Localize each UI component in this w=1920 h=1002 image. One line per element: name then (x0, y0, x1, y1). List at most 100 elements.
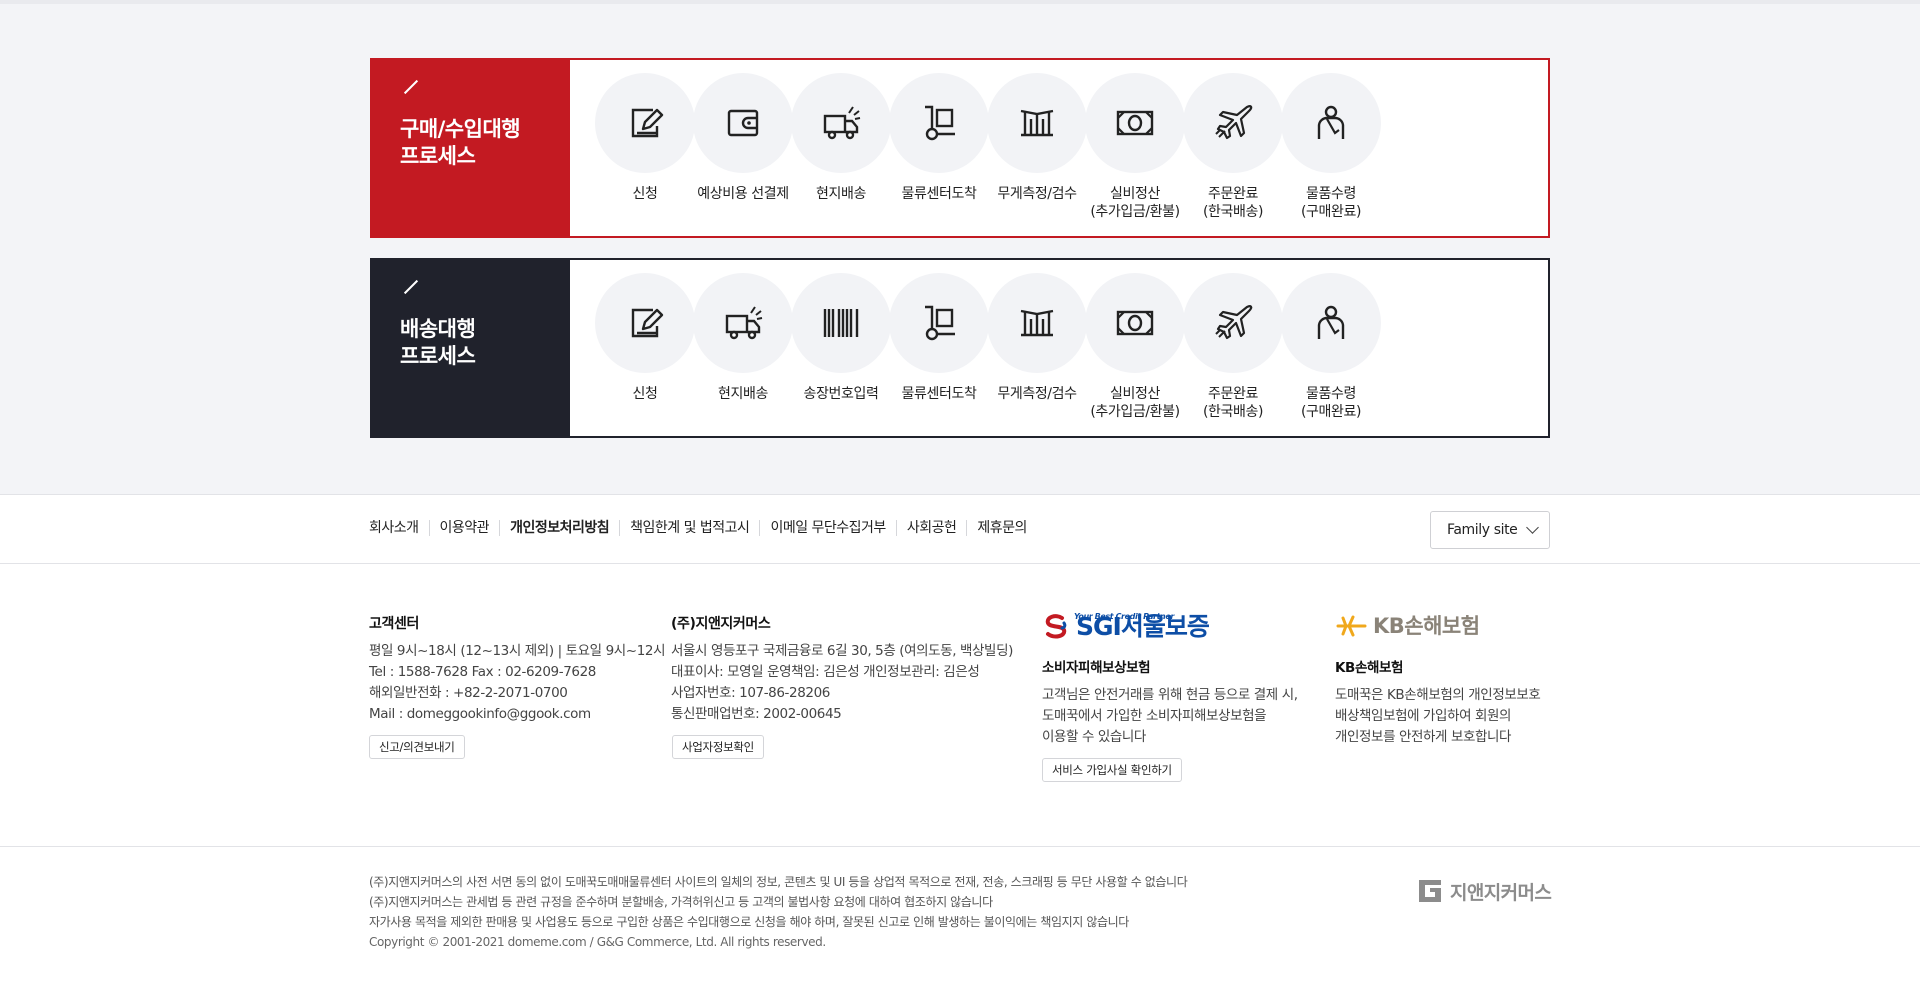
step-icon-circle (1281, 273, 1381, 373)
footer-nav: 회사소개 이용약관 개인정보처리방침 책임한계 및 법적고시 이메일 무단수집거… (0, 494, 1920, 564)
customer-center-mail: Mail : domeggookinfo@ggook.com (369, 706, 591, 722)
report-button[interactable]: 신고/의견보내기 (369, 735, 465, 759)
edit-icon (631, 108, 664, 138)
customer-center-hours: 평일 9시~18시 (12~13시 제외) | 토요일 9시~12시 (369, 643, 666, 659)
step-label: 물류센터도착 (901, 186, 977, 202)
company-title: (주)지앤지커머스 (671, 616, 771, 632)
kb-logo: KB손해보험 (1335, 608, 1540, 644)
kb-desc-3: 개인정보를 안전하게 보호합니다 (1335, 729, 1512, 745)
step-label: 신청 (632, 186, 658, 202)
bottom-divider (0, 846, 1920, 847)
business-info-button[interactable]: 사업자정보확인 (672, 735, 764, 759)
barcode-icon (823, 309, 859, 337)
step-label: 실비정산 (추가입금/환불) (1090, 386, 1180, 420)
footer-link-email-refusal[interactable]: 이메일 무단수집거부 (759, 520, 895, 536)
step-label: 신청 (632, 386, 658, 402)
process-step: 무게측정/검수 (982, 73, 1092, 203)
step-icon-circle (1281, 73, 1381, 173)
step-icon-circle (1085, 73, 1185, 173)
company-ecommerce-no: 통신판매업번호: 2002-00645 (671, 706, 842, 722)
sgi-logo: Your Best Credit Partner SGI서울보증 (1042, 608, 1298, 644)
shipping-process-label: 배송대행 프로세스 (372, 260, 570, 436)
sgi-desc-1: 고객님은 안전거래를 위해 현금 등으로 결제 시, (1042, 687, 1298, 703)
person-icon (1317, 105, 1345, 139)
company-info: (주)지앤지커머스 서울시 영등포구 국제금융로 6길 30, 5층 (여의도동… (671, 614, 1013, 759)
process-section: 구매/수입대행 프로세스 신청 예상비용 선결제 현지배송 물류센터도착 무게측정/검수… (0, 4, 1920, 494)
money-icon (1116, 310, 1154, 336)
step-label: 현지배송 (718, 386, 768, 402)
scale-icon (1020, 109, 1054, 137)
purchase-process-steps: 신청 예상비용 선결제 현지배송 물류센터도착 무게측정/검수 실비정산 (추가입금/환불… (590, 73, 1548, 233)
footer-link-privacy[interactable]: 개인정보처리방침 (499, 520, 619, 536)
purchase-process-label: 구매/수입대행 프로세스 (372, 60, 570, 236)
process-step: 실비정산 (추가입금/환불) (1080, 73, 1190, 221)
customer-center: 고객센터 평일 9시~18시 (12~13시 제외) | 토요일 9시~12시 … (369, 614, 666, 759)
step-label: 예상비용 선결제 (697, 186, 789, 202)
step-label: 주문완료 (한국배송) (1202, 386, 1264, 420)
kb-title: KB손해보험 (1335, 660, 1404, 676)
process-step: 신청 (590, 273, 700, 403)
step-icon-circle (791, 273, 891, 373)
step-icon-circle (987, 73, 1087, 173)
footer-link-liability[interactable]: 책임한계 및 법적고시 (619, 520, 759, 536)
step-label: 주문완료 (한국배송) (1202, 186, 1264, 220)
process-step: 현지배송 (786, 73, 896, 203)
legal-line-3: 자가사용 목적을 제외한 판매용 및 사업용도 등으로 구입한 상품은 수입대행… (369, 915, 1129, 929)
money-icon (1116, 110, 1154, 136)
legal-line-2: (주)지앤지커머스는 관세법 등 관련 규정을 준수하며 분할배송, 가격허위신… (369, 895, 993, 909)
step-icon-circle (889, 273, 989, 373)
footer-link-social[interactable]: 사회공헌 (895, 520, 967, 536)
step-icon-circle (987, 273, 1087, 373)
company-bizno: 사업자번호: 107-86-28206 (671, 685, 830, 701)
process-step: 물품수령 (구매완료) (1276, 273, 1386, 421)
chevron-down-icon (1526, 521, 1539, 534)
customer-center-intl: 해외일반전화 : +82-2-2071-0700 (369, 685, 568, 701)
purchase-process-title: 구매/수입대행 프로세스 (400, 117, 521, 168)
scale-icon (1020, 309, 1054, 337)
process-step: 예상비용 선결제 (688, 73, 798, 203)
step-icon-circle (1183, 73, 1283, 173)
kb-star-icon (1336, 615, 1367, 637)
kb-desc-2: 배상책임보험에 가입하여 회원의 (1335, 708, 1512, 724)
gng-logo-text: 지앤지커머스 (1450, 881, 1552, 904)
shipping-process-title: 배송대행 프로세스 (400, 317, 476, 368)
shipping-process-steps: 신청 현지배송 송장번호입력 물류센터도착 무게측정/검수 실비정산 (추가입금/환불) 주… (590, 273, 1548, 433)
kb-desc-1: 도매꾹은 KB손해보험의 개인정보보호 (1335, 687, 1541, 703)
step-icon-circle (1183, 273, 1283, 373)
footer-link-about[interactable]: 회사소개 (369, 520, 429, 536)
footer-link-partnership[interactable]: 제휴문의 (966, 520, 1037, 536)
legal-notice: (주)지앤지커머스의 사전 서면 동의 없이 도매꾹도매매물류센터 사이트의 일… (369, 872, 1188, 952)
step-icon-circle (595, 273, 695, 373)
sgi-confirm-button[interactable]: 서비스 가입사실 확인하기 (1042, 758, 1182, 782)
process-step: 물류센터도착 (884, 73, 994, 203)
process-step: 현지배송 (688, 273, 798, 403)
process-step: 주문완료 (한국배송) (1178, 273, 1288, 421)
step-icon-circle (595, 73, 695, 173)
process-step: 물류센터도착 (884, 273, 994, 403)
truck-icon (823, 106, 861, 140)
step-icon-circle (1085, 273, 1185, 373)
sgi-desc-3: 이용할 수 있습니다 (1042, 729, 1146, 745)
slash-mark (403, 79, 419, 95)
legal-line-1: (주)지앤지커머스의 사전 서면 동의 없이 도매꾹도매매물류센터 사이트의 일… (369, 875, 1188, 889)
step-label: 물품수령 (구매완료) (1300, 186, 1362, 220)
company-address: 서울시 영등포구 국제금융로 6길 30, 5층 (여의도동, 백상빌딩) (671, 643, 1013, 659)
footer-link-terms[interactable]: 이용약관 (428, 520, 500, 536)
process-step: 송장번호입력 (786, 273, 896, 403)
purchase-process-box: 구매/수입대행 프로세스 신청 예상비용 선결제 현지배송 물류센터도착 무게측정/검수… (370, 58, 1550, 238)
sgi-insurance: Your Best Credit Partner SGI서울보증 소비자피해보상… (1042, 608, 1298, 782)
hand-truck-icon (925, 105, 955, 141)
process-step: 실비정산 (추가입금/환불) (1080, 273, 1190, 421)
sgi-title: 소비자피해보상보험 (1042, 660, 1151, 676)
sgi-desc-2: 도매꾹에서 가입한 소비자피해보상보험을 (1042, 708, 1267, 724)
copyright: Copyright © 2001-2021 domeme.com / G&G C… (369, 935, 826, 949)
customer-center-title: 고객센터 (369, 616, 419, 632)
gng-logo: 지앤지커머스 (1415, 876, 1552, 906)
wallet-icon (727, 109, 759, 137)
truck-icon (725, 306, 763, 340)
family-site-label: Family site (1447, 522, 1518, 538)
footer-links: 회사소개 이용약관 개인정보처리방침 책임한계 및 법적고시 이메일 무단수집거… (369, 520, 1037, 536)
family-site-select[interactable]: Family site (1430, 511, 1550, 549)
airplane-icon (1215, 305, 1253, 340)
company-ceo: 대표이사: 모영일 운영책임: 김은성 개인정보관리: 김은성 (671, 664, 980, 680)
